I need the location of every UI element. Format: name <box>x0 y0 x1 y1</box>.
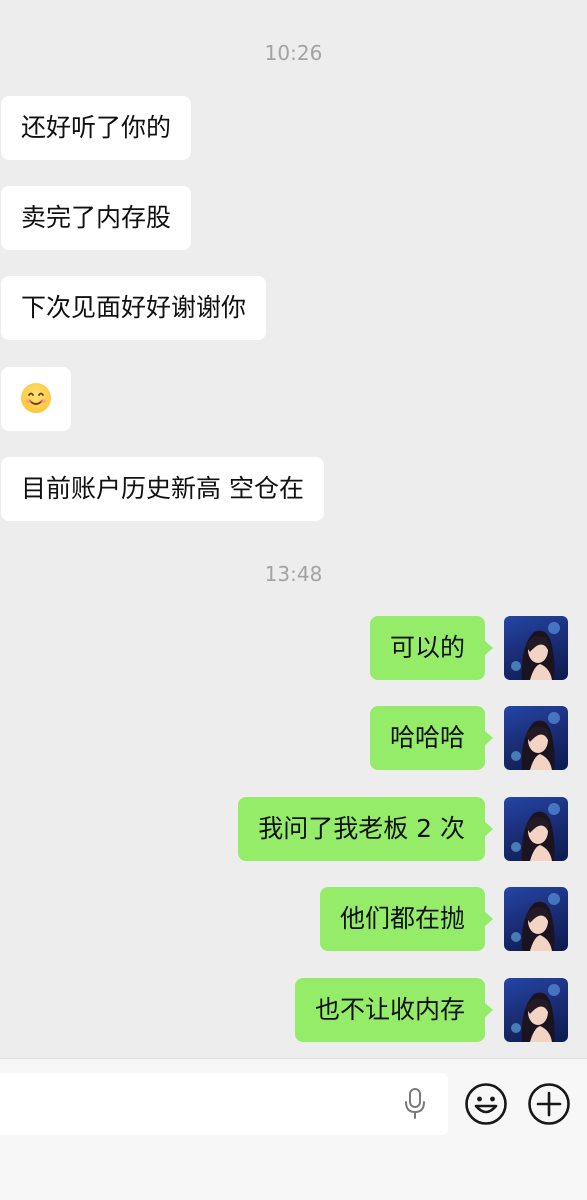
incoming-message[interactable]: 还好听了你的 <box>1 96 192 160</box>
timestamp: 13:48 <box>264 562 323 586</box>
avatar[interactable] <box>504 616 568 680</box>
microphone-icon[interactable] <box>400 1087 430 1121</box>
incoming-message[interactable]: 下次见面好好谢谢你 <box>1 276 267 340</box>
avatar[interactable] <box>504 887 568 951</box>
incoming-message[interactable]: 目前账户历史新高 空仓在 <box>1 457 324 521</box>
outgoing-message[interactable]: 也不让收内存 <box>294 978 494 1042</box>
avatar[interactable] <box>504 978 568 1042</box>
plus-icon[interactable] <box>527 1082 571 1126</box>
avatar[interactable] <box>504 706 568 770</box>
timestamp: 10:26 <box>264 41 323 65</box>
outgoing-message[interactable]: 可以的 <box>369 616 494 680</box>
incoming-message[interactable]: 卖完了内存股 <box>1 186 192 250</box>
chat-area[interactable]: 10:26 还好听了你的 卖完了内存股 下次见面好好谢谢你 目前账户历史新高 空… <box>0 0 587 1058</box>
message-input[interactable] <box>0 1073 448 1135</box>
outgoing-message[interactable]: 我问了我老板 2 次 <box>238 797 493 861</box>
incoming-message[interactable] <box>1 367 71 431</box>
input-bar <box>0 1058 587 1200</box>
outgoing-message[interactable]: 哈哈哈 <box>369 706 494 770</box>
avatar[interactable] <box>504 797 568 861</box>
outgoing-message[interactable]: 他们都在抛 <box>319 887 494 951</box>
emoji-icon[interactable] <box>464 1082 508 1126</box>
smiling-face-emoji-icon <box>21 383 51 413</box>
